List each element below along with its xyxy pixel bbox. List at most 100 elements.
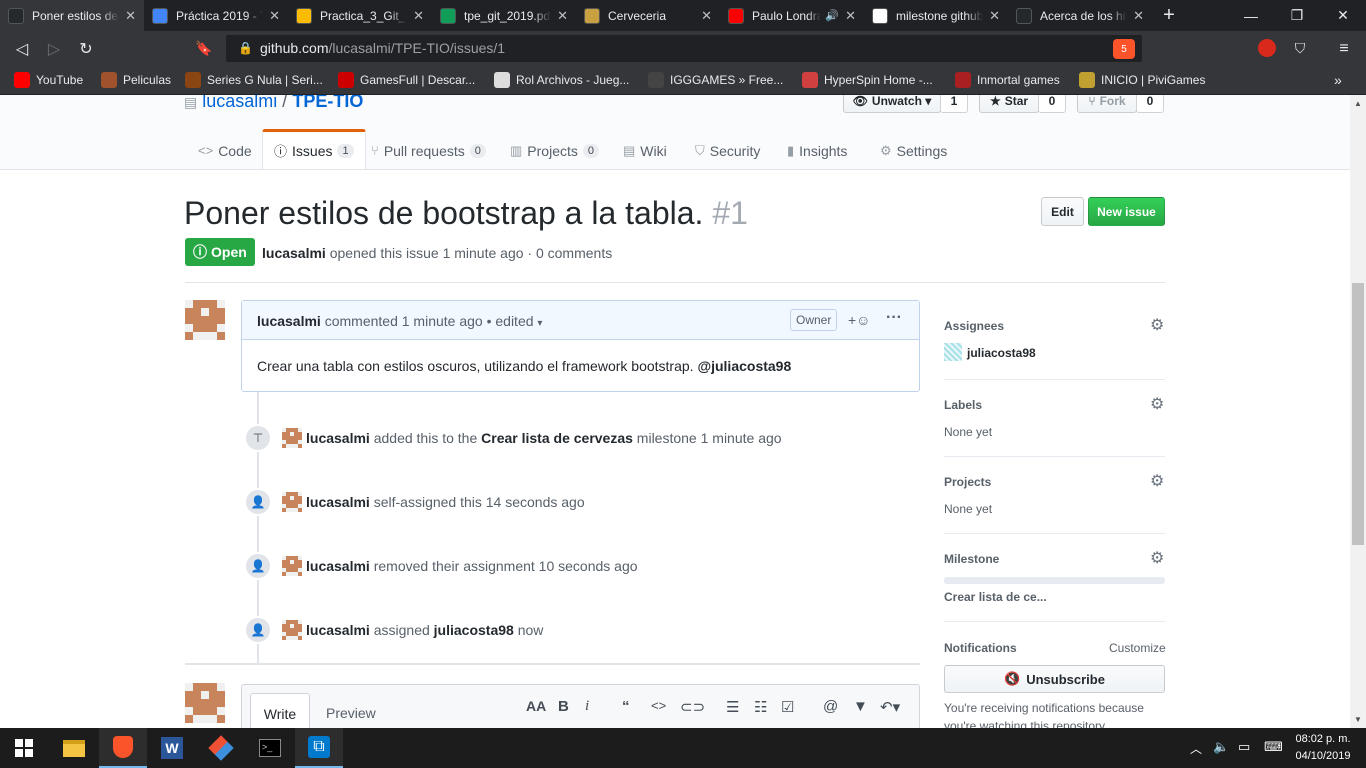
- reply-icon[interactable]: ↶▾: [880, 698, 900, 716]
- tab-issues[interactable]: ⓘ Issues 1: [262, 129, 366, 169]
- milestone-link[interactable]: Crear lista de ce...: [944, 590, 1047, 604]
- tab-wiki[interactable]: ▤ Wiki: [623, 131, 667, 170]
- fork-count[interactable]: 0: [1136, 95, 1164, 113]
- close-icon[interactable]: ✕: [845, 8, 856, 24]
- bullet-list-icon[interactable]: ☰: [726, 698, 739, 716]
- new-issue-button[interactable]: New issue: [1088, 197, 1165, 226]
- browser-tab[interactable]: milestone github ✕: [864, 0, 1008, 31]
- code-icon[interactable]: <>: [651, 698, 666, 713]
- kebab-menu-icon[interactable]: ···: [886, 309, 902, 327]
- bookmark-item[interactable]: Peliculas: [101, 66, 171, 94]
- word-icon[interactable]: W: [148, 728, 196, 768]
- close-window-icon[interactable]: ✕: [1320, 0, 1366, 31]
- unwatch-button[interactable]: 👁 Unwatch ▾: [843, 95, 941, 113]
- avatar[interactable]: [185, 300, 225, 340]
- browser-tab[interactable]: Cerveceria ✕: [576, 0, 720, 31]
- issue-author-link[interactable]: lucasalmi: [262, 245, 326, 261]
- edit-button[interactable]: Edit: [1041, 197, 1084, 226]
- bookmark-item[interactable]: IGGGAMES » Free...: [648, 66, 783, 94]
- terminal-icon[interactable]: >_: [246, 728, 294, 768]
- browser-tab[interactable]: Acerca de los hitos ✕: [1008, 0, 1152, 31]
- bold-icon[interactable]: B: [558, 698, 569, 715]
- reload-icon[interactable]: ↻: [70, 31, 102, 66]
- volume-icon[interactable]: 🔈: [1213, 739, 1229, 755]
- tab-projects[interactable]: ▥ Projects 0: [510, 131, 599, 170]
- numbered-list-icon[interactable]: ☷: [754, 698, 767, 716]
- avatar[interactable]: [282, 492, 302, 512]
- bookmark-item[interactable]: Inmortal games: [955, 66, 1060, 94]
- bookmark-item[interactable]: Rol Archivos - Jueg...: [494, 66, 629, 94]
- gear-icon[interactable]: ⚙: [1150, 315, 1164, 335]
- close-icon[interactable]: ✕: [557, 8, 568, 24]
- gear-icon[interactable]: ⚙: [1150, 394, 1164, 414]
- windows-start-icon[interactable]: [0, 728, 48, 768]
- gear-icon[interactable]: ⚙: [1150, 471, 1164, 491]
- preview-tab[interactable]: Preview: [326, 705, 376, 721]
- event-target-link[interactable]: Crear lista de cervezas: [481, 430, 633, 446]
- tab-insights[interactable]: ▮ Insights: [787, 131, 847, 170]
- mention-icon[interactable]: @: [823, 698, 838, 715]
- audio-icon[interactable]: 🔊: [825, 9, 839, 22]
- close-icon[interactable]: ✕: [125, 8, 136, 24]
- brave-browser-icon[interactable]: [99, 728, 147, 768]
- customize-link[interactable]: Customize: [1109, 641, 1166, 655]
- avatar[interactable]: [282, 428, 302, 448]
- watch-count[interactable]: 1: [940, 95, 968, 113]
- tray-chevron-icon[interactable]: ︿: [1190, 740, 1202, 757]
- bookmark-item[interactable]: Series G Nula | Seri...: [185, 66, 323, 94]
- browser-tab[interactable]: Práctica 2019 - Tandil ✕: [144, 0, 288, 31]
- browser-tab[interactable]: Poner estilos de bootstrap ✕: [0, 0, 144, 31]
- minimize-icon[interactable]: —: [1228, 0, 1274, 31]
- assignee-link[interactable]: juliacosta98: [967, 346, 1036, 360]
- actor-link[interactable]: lucasalmi: [306, 622, 370, 638]
- bookmarks-overflow-icon[interactable]: »: [1334, 66, 1342, 94]
- avatar[interactable]: [282, 620, 302, 640]
- header-text-icon[interactable]: AA: [526, 698, 546, 714]
- menu-icon[interactable]: ≡: [1328, 31, 1360, 66]
- close-icon[interactable]: ✕: [413, 8, 424, 24]
- task-list-icon[interactable]: ☑: [781, 698, 794, 716]
- bookmark-item[interactable]: GamesFull | Descar...: [338, 66, 475, 94]
- close-icon[interactable]: ✕: [269, 8, 280, 24]
- tab-security[interactable]: ⛉ Security: [695, 131, 760, 170]
- add-reaction-icon[interactable]: +☺: [848, 312, 870, 328]
- bookmark-item[interactable]: YouTube: [14, 66, 83, 94]
- gear-icon[interactable]: ⚙: [1150, 548, 1164, 568]
- page-scrollbar[interactable]: ▲ ▼: [1350, 95, 1366, 728]
- link-icon[interactable]: ⊂⊃: [680, 698, 705, 716]
- browser-tab[interactable]: Paulo Londra 🔊 ✕: [720, 0, 864, 31]
- tab-code[interactable]: <> Code: [198, 131, 252, 170]
- assignees-heading[interactable]: Assignees: [944, 319, 1004, 333]
- actor-link[interactable]: lucasalmi: [306, 494, 370, 510]
- unsubscribe-button[interactable]: 🔇 Unsubscribe: [944, 665, 1165, 693]
- scrollbar-thumb[interactable]: [1352, 283, 1364, 545]
- scroll-up-icon[interactable]: ▲: [1350, 99, 1366, 108]
- browser-tab[interactable]: Practica_3_Git_Bitbucket ✕: [288, 0, 432, 31]
- bookmark-icon[interactable]: 🔖: [188, 31, 220, 66]
- saved-reply-icon[interactable]: ▼: [853, 698, 868, 715]
- network-icon[interactable]: ▭: [1238, 739, 1250, 755]
- bookmark-item[interactable]: INICIO | PiviGames: [1079, 66, 1205, 94]
- scroll-down-icon[interactable]: ▼: [1350, 715, 1366, 724]
- close-icon[interactable]: ✕: [1133, 8, 1144, 24]
- actor-link[interactable]: lucasalmi: [306, 558, 370, 574]
- back-icon[interactable]: ◁: [6, 31, 38, 66]
- keyboard-icon[interactable]: ⌨: [1264, 739, 1283, 755]
- chevron-down-icon[interactable]: ▾: [537, 318, 542, 329]
- assignee-avatar[interactable]: [944, 343, 962, 361]
- actor-link[interactable]: lucasalmi: [306, 430, 370, 446]
- milestone-heading[interactable]: Milestone: [944, 552, 999, 566]
- vscode-icon[interactable]: ⧉: [295, 728, 343, 768]
- event-target-link[interactable]: juliacosta98: [434, 622, 514, 638]
- new-tab-button[interactable]: +: [1146, 0, 1192, 31]
- adblock-icon[interactable]: [1258, 39, 1276, 57]
- comment-author-link[interactable]: lucasalmi: [257, 313, 321, 329]
- close-icon[interactable]: ✕: [701, 8, 712, 24]
- avatar[interactable]: [282, 556, 302, 576]
- tab-settings[interactable]: ⚙ Settings: [880, 131, 947, 170]
- quote-icon[interactable]: “: [622, 698, 630, 715]
- projects-heading[interactable]: Projects: [944, 475, 991, 489]
- close-icon[interactable]: ✕: [989, 8, 1000, 24]
- labels-heading[interactable]: Labels: [944, 398, 982, 412]
- repo-owner-link[interactable]: lucasalmi: [202, 95, 277, 111]
